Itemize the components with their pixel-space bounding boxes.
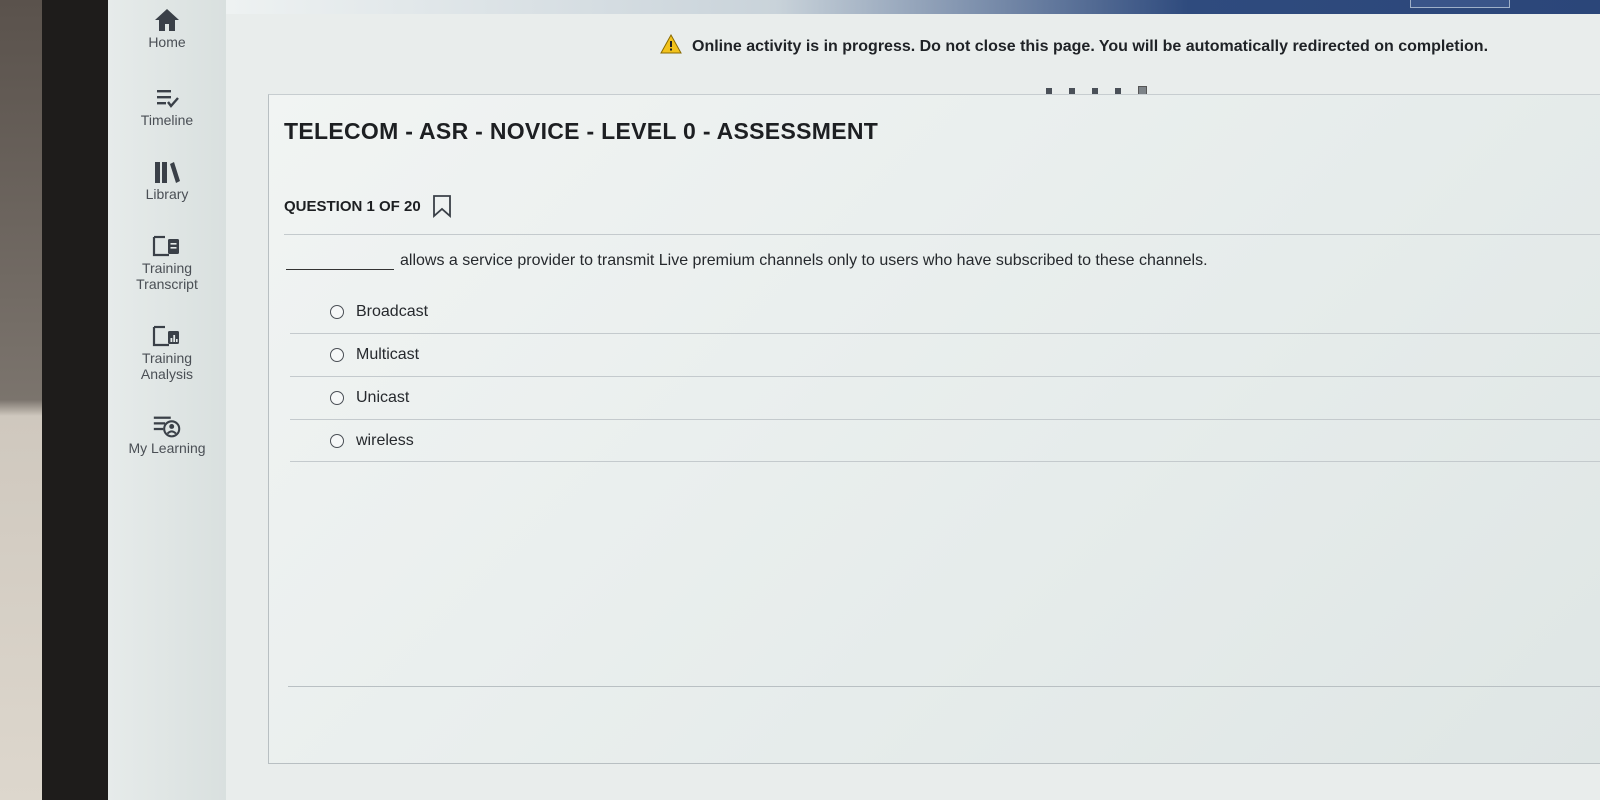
progress-dot[interactable]: [1092, 87, 1098, 94]
sidebar-item-library[interactable]: Library: [108, 158, 226, 202]
sidebar-item-timeline[interactable]: Timeline: [108, 84, 226, 128]
sidebar-item-label: Library: [145, 186, 189, 202]
option-label: Unicast: [356, 389, 410, 406]
option-label: Multicast: [356, 346, 420, 363]
home-icon: [151, 6, 183, 34]
divider: [290, 333, 1600, 334]
sidebar-item-my-learning[interactable]: My Learning: [108, 412, 226, 456]
radio-button[interactable]: [330, 305, 344, 319]
answer-option-broadcast[interactable]: Broadcast: [330, 303, 428, 321]
divider: [284, 234, 1600, 235]
radio-button[interactable]: [330, 348, 344, 362]
sidebar-item-label: Training: [141, 260, 193, 276]
sidebar-item-label: Home: [148, 34, 186, 50]
sidebar-item-label: Training: [141, 350, 193, 366]
warning-icon: [660, 33, 682, 59]
fill-in-blank: [286, 256, 394, 270]
sidebar-item-label: My Learning: [128, 440, 206, 456]
timeline-icon: [151, 84, 183, 112]
sidebar: Home Timeline Library Training Transcrip…: [108, 0, 226, 800]
desk-background: [0, 0, 42, 800]
divider: [290, 419, 1600, 420]
monitor-bezel: [42, 0, 108, 800]
question-counter: QUESTION 1 OF 20: [284, 197, 421, 215]
question-header: QUESTION 1 OF 20: [284, 194, 453, 218]
sidebar-item-training-transcript[interactable]: Training Transcript: [108, 232, 226, 292]
option-label: wireless: [356, 432, 414, 449]
assessment-card: [268, 94, 1600, 764]
assessment-title: TELECOM - ASR - NOVICE - LEVEL 0 - ASSES…: [284, 118, 879, 144]
progress-dot[interactable]: [1046, 87, 1052, 94]
progress-dot[interactable]: [1115, 87, 1121, 94]
question-prompt: allows a service provider to transmit Li…: [286, 252, 1208, 270]
activity-warning-banner: Online activity is in progress. Do not c…: [660, 33, 1489, 59]
answer-option-wireless[interactable]: wireless: [330, 432, 414, 450]
divider: [290, 461, 1600, 462]
divider: [290, 376, 1600, 377]
banner-message: Online activity is in progress. Do not c…: [692, 37, 1489, 55]
option-label: Broadcast: [356, 303, 429, 320]
sidebar-item-label: Analysis: [140, 366, 194, 382]
radio-button[interactable]: [330, 434, 344, 448]
sidebar-item-home[interactable]: Home: [108, 6, 226, 50]
radio-button[interactable]: [330, 391, 344, 405]
library-icon: [151, 158, 183, 186]
bookmark-icon[interactable]: [431, 194, 453, 218]
training-transcript-icon: [151, 232, 183, 260]
training-analysis-icon: [151, 322, 183, 350]
sidebar-item-label: Transcript: [136, 276, 198, 292]
question-text: allows a service provider to transmit Li…: [400, 252, 1208, 269]
top-header-strip: [226, 0, 1600, 14]
sidebar-item-training-analysis[interactable]: Training Analysis: [108, 322, 226, 382]
answer-option-unicast[interactable]: Unicast: [330, 389, 409, 407]
answer-option-multicast[interactable]: Multicast: [330, 346, 419, 364]
footer-divider: [288, 686, 1600, 687]
progress-dot[interactable]: [1069, 87, 1075, 94]
header-tab[interactable]: [1410, 0, 1510, 8]
my-learning-icon: [151, 412, 183, 440]
sidebar-item-label: Timeline: [140, 112, 194, 128]
